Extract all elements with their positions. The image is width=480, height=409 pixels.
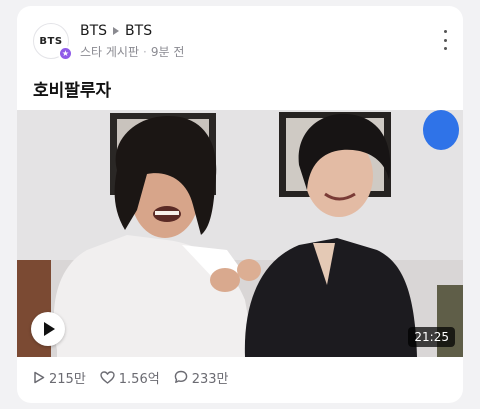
board-name: 스타 게시판: [80, 45, 140, 59]
views-stat[interactable]: 215만: [33, 368, 86, 387]
likes-stat[interactable]: 1.56억: [100, 368, 160, 387]
likes-count: 1.56억: [118, 371, 160, 387]
play-outline-icon: [34, 371, 45, 383]
breadcrumb-community[interactable]: BTS: [80, 23, 107, 39]
post-card[interactable]: BTS ★ BTS BTS 스타 게시판 · 9분 전 호비팔루자 21:25 …: [17, 6, 463, 403]
breadcrumb-author[interactable]: BTS: [125, 23, 152, 39]
post-time: 9분 전: [150, 45, 185, 59]
video-duration: 21:25: [408, 327, 455, 347]
play-button[interactable]: [31, 312, 65, 346]
more-vertical-icon[interactable]: [439, 30, 451, 50]
chevron-right-icon: [113, 27, 120, 35]
star-icon: ★: [58, 46, 73, 61]
views-count: 215만: [49, 371, 86, 387]
post-meta: 스타 게시판 · 9분 전: [80, 43, 184, 60]
breadcrumb: BTS BTS: [80, 22, 152, 40]
comment-icon: [174, 370, 187, 383]
post-title: 호비팔루자: [33, 81, 112, 101]
comments-stat[interactable]: 233만: [174, 368, 229, 387]
comments-count: 233만: [191, 371, 229, 387]
thumbnail-image: [17, 110, 463, 357]
meta-separator: ·: [143, 44, 147, 59]
post-stats: 215만 1.56억 233만: [33, 368, 229, 387]
heart-icon: [100, 370, 115, 384]
video-thumbnail[interactable]: 21:25: [17, 110, 463, 357]
bts-logo: BTS: [39, 35, 63, 47]
